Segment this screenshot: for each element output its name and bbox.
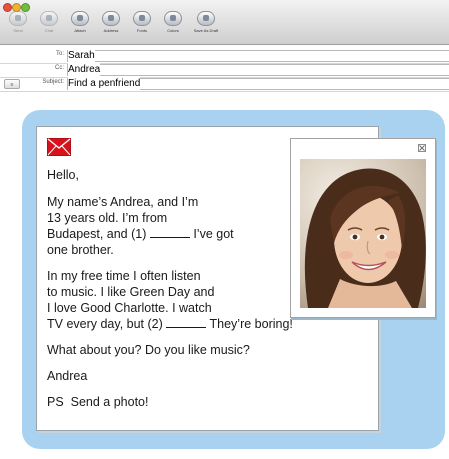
- subject-value[interactable]: Find a penfriend: [68, 77, 141, 91]
- gap-blank-2: [166, 317, 207, 328]
- body-line-part: TV every day, but (2): [47, 317, 167, 331]
- paperclip-icon: [71, 11, 89, 26]
- body-line: to music. I like Green Day and: [47, 285, 215, 299]
- cc-label: Cc:: [55, 65, 64, 71]
- account-selector[interactable]: ≡: [4, 79, 20, 89]
- draft-icon: [197, 11, 215, 26]
- to-label: To:: [55, 51, 64, 57]
- send-button[interactable]: Send: [2, 11, 34, 39]
- body-line: I love Good Charlotte. I watch: [47, 301, 212, 315]
- signature-text: Andrea: [47, 369, 88, 383]
- body-line: TV every day, but (2) They’re boring!: [47, 316, 293, 332]
- address-book-icon: [102, 11, 120, 26]
- body-line: one brother.: [47, 243, 114, 257]
- chat-icon: [40, 11, 58, 26]
- subject-label: Subject:: [42, 79, 64, 85]
- body-line-part: They’re boring!: [206, 317, 293, 331]
- fonts-button[interactable]: Fonts: [126, 11, 158, 39]
- to-row: To: Sarah: [0, 49, 449, 64]
- colors-button[interactable]: Colors: [157, 11, 189, 39]
- cc-value[interactable]: Andrea: [68, 63, 101, 77]
- body-line: In my free time I often listen: [47, 269, 201, 283]
- attach-button[interactable]: Attach: [64, 11, 96, 39]
- body-line: 13 years old. I’m from: [47, 211, 168, 225]
- gap-blank-1: [149, 227, 190, 238]
- send-icon: [9, 11, 27, 26]
- body-line-part: Budapest, and (1): [47, 227, 150, 241]
- girl-portrait-photo: [300, 159, 426, 308]
- envelope-icon: [47, 138, 71, 156]
- close-icon[interactable]: [418, 144, 426, 152]
- colors-icon: [164, 11, 182, 26]
- cc-field[interactable]: [67, 64, 449, 76]
- question-text: What about you? Do you like music?: [47, 343, 250, 357]
- save-as-draft-button[interactable]: Save As Draft: [190, 11, 222, 39]
- chat-button[interactable]: Chat: [33, 11, 65, 39]
- window-toolbar: Send Chat Attach Address Fonts Colors Sa…: [0, 0, 449, 45]
- message-header-fields: To: Sarah Cc: Andrea ≡ Subject: Find a p…: [0, 45, 449, 95]
- fonts-icon: [133, 11, 151, 26]
- subject-row: ≡ Subject: Find a penfriend: [0, 77, 449, 92]
- body-line: My name’s Andrea, and I’m: [47, 195, 199, 209]
- to-field[interactable]: [67, 50, 449, 62]
- body-line-part: I’ve got: [189, 227, 234, 241]
- body-line: Budapest, and (1) I’ve got: [47, 226, 234, 242]
- to-value[interactable]: Sarah: [68, 49, 95, 63]
- address-button[interactable]: Address: [95, 11, 127, 39]
- cc-row: Cc: Andrea: [0, 63, 449, 78]
- ps-text: PS Send a photo!: [47, 395, 149, 409]
- greeting-text: Hello,: [47, 168, 79, 182]
